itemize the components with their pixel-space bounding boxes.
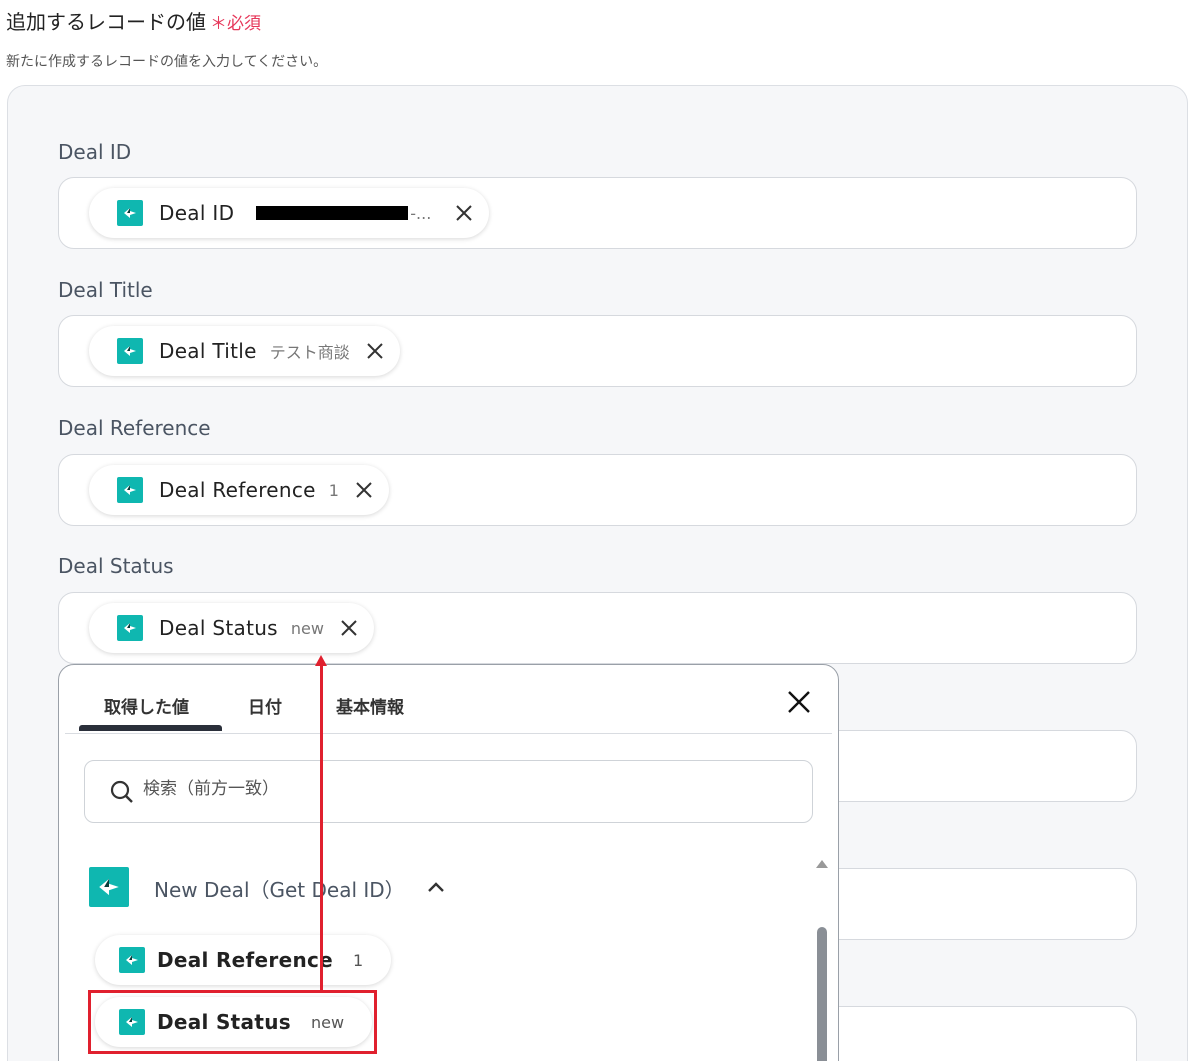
chip-name: Deal Status xyxy=(159,616,278,640)
item-value: 1 xyxy=(353,950,364,970)
app-logo-icon xyxy=(117,477,143,503)
scroll-up-icon[interactable] xyxy=(816,853,828,872)
section-description: 新たに作成するレコードの値を入力してください。 xyxy=(6,54,328,70)
field-label-deal-id: Deal ID xyxy=(58,140,132,164)
close-icon[interactable] xyxy=(353,479,375,501)
section-title: 追加するレコードの値 ＊必須 xyxy=(6,6,261,35)
list-item-deal-reference[interactable]: Deal Reference 1 xyxy=(95,935,392,985)
value-chip-deal-reference[interactable]: Deal Reference 1 xyxy=(89,465,389,515)
chip-value: 1 xyxy=(328,480,339,500)
field-input-deal-status[interactable]: Deal Status new xyxy=(58,592,1137,664)
chip-value: テスト商談 xyxy=(269,343,350,362)
required-badge: ＊必須 xyxy=(210,14,261,34)
chevron-up-icon[interactable] xyxy=(427,879,445,898)
close-icon[interactable] xyxy=(453,202,475,224)
active-tab-indicator xyxy=(79,725,222,731)
required-mark: ＊ xyxy=(210,14,227,34)
search-field[interactable] xyxy=(84,760,813,823)
annotation-arrow-head xyxy=(315,655,327,666)
redacted-value xyxy=(256,206,409,220)
app-logo-icon xyxy=(117,338,143,364)
chip-value: new xyxy=(290,618,324,638)
chip-value: -... xyxy=(410,203,432,223)
app-logo-icon xyxy=(119,947,145,973)
close-icon[interactable] xyxy=(364,340,386,362)
field-input-deal-title[interactable]: Deal Title テスト商談 xyxy=(58,315,1137,387)
scrollbar-thumb[interactable] xyxy=(817,927,827,1061)
chip-name: Deal ID xyxy=(159,201,235,225)
tab-basic-info[interactable]: 基本情報 xyxy=(336,693,404,718)
chip-name: Deal Reference xyxy=(159,478,316,502)
app-logo-icon xyxy=(117,200,143,226)
group-title[interactable]: New Deal（Get Deal ID） xyxy=(154,874,405,903)
close-icon[interactable] xyxy=(338,617,360,639)
value-chip-deal-title[interactable]: Deal Title テスト商談 xyxy=(89,326,400,376)
field-input-deal-id[interactable]: Deal ID -... xyxy=(58,177,1137,249)
field-label-deal-status: Deal Status xyxy=(58,554,174,578)
field-input-deal-reference[interactable]: Deal Reference 1 xyxy=(58,454,1137,526)
value-chip-deal-status[interactable]: Deal Status new xyxy=(89,603,374,653)
item-name: Deal Reference xyxy=(157,948,333,972)
field-label-deal-title: Deal Title xyxy=(58,278,153,302)
search-icon xyxy=(109,779,135,809)
app-logo-icon xyxy=(117,615,143,641)
tab-retrieved-values[interactable]: 取得した値 xyxy=(104,693,189,718)
annotation-arrow-line xyxy=(320,664,323,992)
chip-name: Deal Title xyxy=(159,339,257,363)
close-icon[interactable] xyxy=(786,689,812,715)
search-input[interactable] xyxy=(143,779,743,799)
tabs-divider xyxy=(65,733,832,734)
field-label-deal-reference: Deal Reference xyxy=(58,416,211,440)
tab-date[interactable]: 日付 xyxy=(248,693,282,718)
value-chip-deal-id[interactable]: Deal ID -... xyxy=(89,188,490,238)
app-logo-icon xyxy=(89,867,129,907)
annotation-highlight-box xyxy=(88,990,377,1054)
section-title-text: 追加するレコードの値 xyxy=(6,10,206,34)
required-label: 必須 xyxy=(227,14,261,34)
